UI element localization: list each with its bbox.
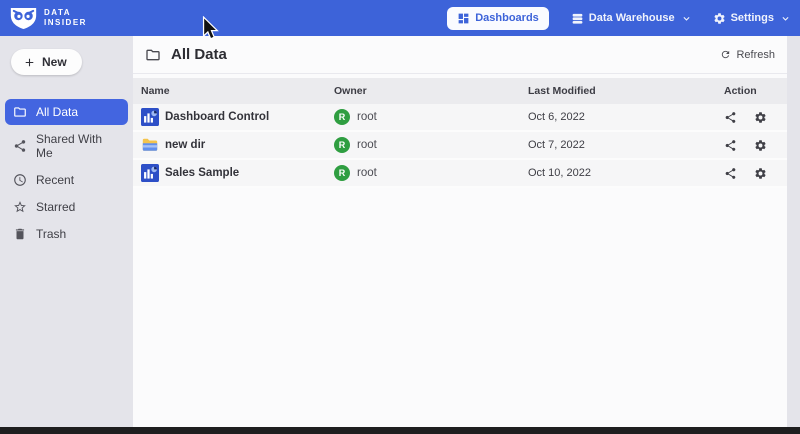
dashboard-file-icon	[141, 164, 159, 182]
column-header-owner: Owner	[330, 85, 528, 97]
sidebar-item-trash[interactable]: Trash	[5, 221, 128, 247]
nav-dashboards-label: Dashboards	[475, 12, 539, 24]
app-logo[interactable]: DATAINSIDER	[10, 7, 87, 30]
last-modified-date: Oct 6, 2022	[528, 111, 585, 123]
trash-icon	[13, 227, 27, 241]
share-button[interactable]	[724, 111, 737, 124]
sidebar-item-recent[interactable]: Recent	[5, 167, 128, 193]
main-content: All Data Refresh Name Owner Last Modifie…	[133, 36, 787, 427]
owl-logo-icon	[10, 7, 37, 30]
nav-settings-label: Settings	[731, 12, 774, 24]
file-name[interactable]: Dashboard Control	[165, 111, 269, 123]
refresh-icon	[720, 49, 731, 60]
folder-icon	[13, 105, 27, 119]
owner-name: root	[357, 139, 377, 151]
database-icon	[571, 12, 584, 25]
sidebar-item-label: Trash	[36, 227, 66, 241]
owner-avatar: R	[334, 109, 350, 125]
share-button[interactable]	[724, 139, 737, 152]
star-icon	[13, 200, 27, 214]
column-header-name: Name	[133, 85, 330, 97]
refresh-label: Refresh	[736, 49, 775, 61]
column-header-action: Action	[718, 85, 787, 97]
table-row[interactable]: new dir R root Oct 7, 2022	[133, 132, 787, 160]
settings-gear-button[interactable]	[754, 139, 767, 152]
chevron-down-icon	[781, 14, 790, 23]
column-header-last-modified: Last Modified	[528, 85, 718, 97]
owner-avatar: R	[334, 137, 350, 153]
content-header: All Data Refresh	[133, 36, 787, 74]
folder-icon	[145, 47, 161, 63]
last-modified-date: Oct 7, 2022	[528, 139, 585, 151]
logo-text: DATAINSIDER	[44, 8, 87, 29]
sidebar: New All Data Shared With Me Recent Starr…	[0, 36, 133, 427]
owner-avatar: R	[334, 165, 350, 181]
sidebar-item-label: Starred	[36, 200, 75, 214]
sidebar-item-label: All Data	[36, 105, 78, 119]
dashboard-file-icon	[141, 108, 159, 126]
last-modified-date: Oct 10, 2022	[528, 167, 591, 179]
dashboard-icon	[457, 12, 470, 25]
nav-settings[interactable]: Settings	[713, 12, 790, 25]
data-table: Name Owner Last Modified Action Dashboar…	[133, 78, 787, 188]
gear-icon	[713, 12, 726, 25]
share-icon	[13, 139, 27, 153]
share-button[interactable]	[724, 167, 737, 180]
new-button-label: New	[42, 55, 67, 69]
nav-data-warehouse[interactable]: Data Warehouse	[571, 12, 691, 25]
settings-gear-button[interactable]	[754, 111, 767, 124]
sidebar-item-starred[interactable]: Starred	[5, 194, 128, 220]
folder-file-icon	[141, 136, 159, 154]
clock-icon	[13, 173, 27, 187]
window-bottom-edge	[0, 427, 800, 434]
sidebar-nav: All Data Shared With Me Recent Starred T…	[0, 99, 133, 247]
table-header-row: Name Owner Last Modified Action	[133, 78, 787, 104]
sidebar-item-label: Shared With Me	[36, 132, 120, 160]
sidebar-item-all-data[interactable]: All Data	[5, 99, 128, 125]
top-bar: DATAINSIDER Dashboards Data Warehouse	[0, 0, 800, 36]
plus-icon	[23, 56, 36, 69]
table-row[interactable]: Dashboard Control R root Oct 6, 2022	[133, 104, 787, 132]
top-nav: Dashboards Data Warehouse Settings	[447, 7, 790, 30]
settings-gear-button[interactable]	[754, 167, 767, 180]
sidebar-item-shared-with-me[interactable]: Shared With Me	[5, 126, 128, 166]
page-title: All Data	[171, 46, 227, 63]
owner-name: root	[357, 111, 377, 123]
table-row[interactable]: Sales Sample R root Oct 10, 2022	[133, 160, 787, 188]
file-name[interactable]: Sales Sample	[165, 167, 239, 179]
new-button[interactable]: New	[11, 49, 82, 75]
nav-dashboards[interactable]: Dashboards	[447, 7, 549, 30]
sidebar-item-label: Recent	[36, 173, 74, 187]
file-name[interactable]: new dir	[165, 139, 205, 151]
refresh-button[interactable]: Refresh	[720, 49, 775, 61]
owner-name: root	[357, 167, 377, 179]
chevron-down-icon	[682, 14, 691, 23]
nav-data-warehouse-label: Data Warehouse	[589, 12, 675, 24]
